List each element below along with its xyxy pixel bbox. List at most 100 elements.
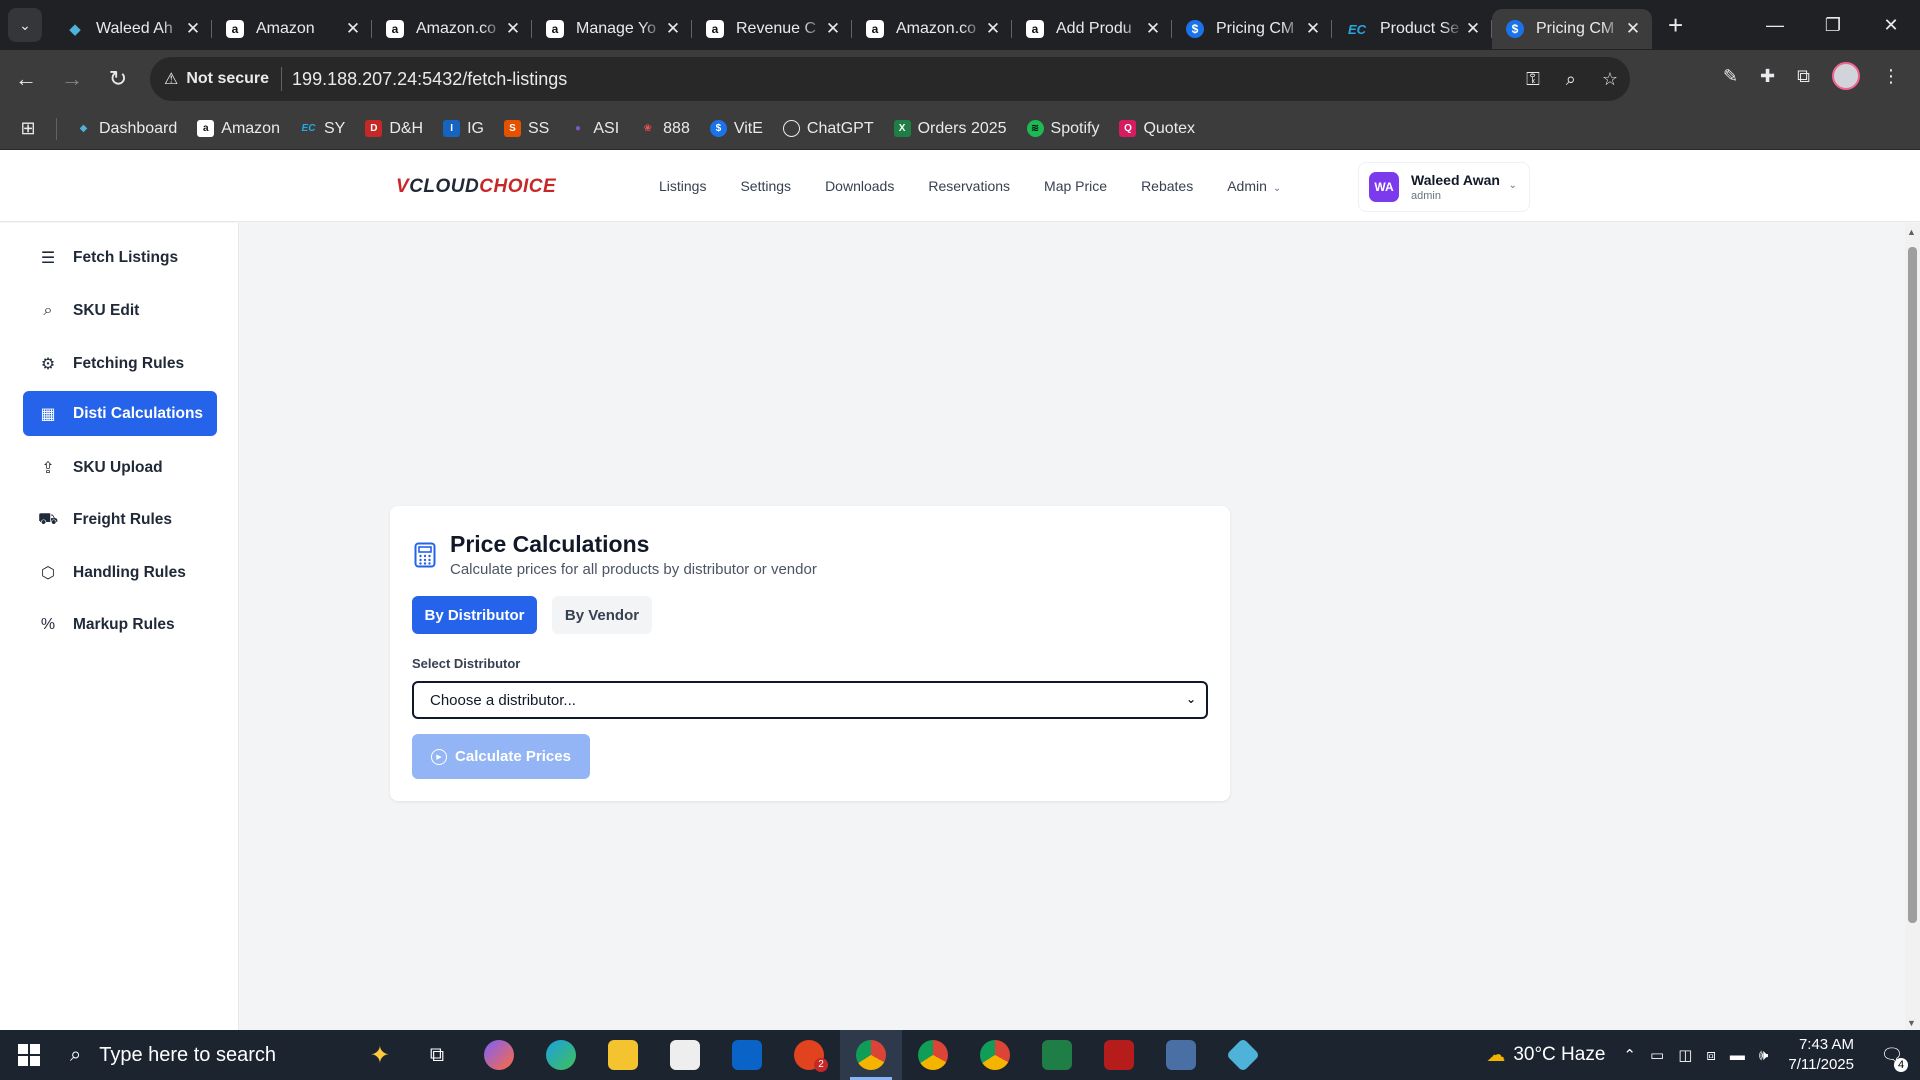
close-icon[interactable]: ✕ [824,19,842,39]
browser-tab[interactable]: a Amazon.co ✕ [852,9,1012,49]
browser-tab[interactable]: a Amazon.co ✕ [372,9,532,49]
browser-tab[interactable]: a Amazon ✕ [212,9,372,49]
browser-tab[interactable]: a Add Produ ✕ [1012,9,1172,49]
calculator-icon[interactable] [1150,1030,1212,1080]
close-icon[interactable]: ✕ [344,19,362,39]
new-tab-plus-icon[interactable]: + [1668,10,1683,41]
restore-icon[interactable]: ❐ [1804,0,1862,50]
volume-icon[interactable]: 🕪 [1759,1047,1768,1064]
distributor-select[interactable]: Choose a distributor... ⌄ [412,681,1208,719]
bookmark[interactable]: $ VitE [700,120,773,138]
bookmark[interactable]: I IG [433,120,494,138]
chrome-icon[interactable] [964,1030,1026,1080]
nav-downloads[interactable]: Downloads [825,178,894,194]
close-icon[interactable]: ✕ [1464,19,1482,39]
bookmark[interactable]: ● ASI [559,120,629,138]
calendar-app-icon[interactable]: 2 [778,1030,840,1080]
browser-tab[interactable]: a Revenue C ✕ [692,9,852,49]
excel-icon[interactable] [1026,1030,1088,1080]
bookmark[interactable]: EC SY [290,120,355,138]
bookmark[interactable]: ChatGPT [773,120,884,138]
tab-search-button[interactable]: ⌄ [8,8,42,42]
bookmark[interactable]: Q Quotex [1109,120,1205,138]
close-icon[interactable]: ✕ [664,19,682,39]
bookmark[interactable]: D D&H [355,120,433,138]
vcloudchoice-logo[interactable]: VCLOUDCHOICE [396,176,556,198]
puzzle-icon[interactable]: ⧉ [1797,66,1810,87]
scroll-up-arrow-icon[interactable]: ▲ [1907,227,1916,237]
close-icon[interactable]: ✕ [1624,19,1642,39]
copilot-icon[interactable] [468,1030,530,1080]
edge-icon[interactable] [530,1030,592,1080]
browser-tab[interactable]: ◆ Waleed Ah ✕ [52,9,212,49]
security-indicator[interactable]: ⚠ Not secure [164,69,269,89]
calculate-prices-button[interactable]: ▶ Calculate Prices [412,734,590,779]
bookmark[interactable]: S SS [494,120,559,138]
chrome-icon[interactable] [840,1030,902,1080]
kebab-menu-icon[interactable]: ⋮ [1882,66,1900,87]
tab-by-distributor[interactable]: By Distributor [412,596,537,634]
nav-reservations[interactable]: Reservations [928,178,1010,194]
weather-widget[interactable]: ☁ 30°C Haze [1486,1044,1605,1067]
close-icon[interactable]: ✕ [504,19,522,39]
star-icon[interactable]: ☆ [1602,69,1618,90]
nav-map-price[interactable]: Map Price [1044,178,1107,194]
sidebar-item-fetch-listings[interactable]: ☰ Fetch Listings [23,235,217,280]
screen-icon[interactable]: ⧈ [1706,1047,1716,1064]
file-explorer-icon[interactable] [592,1030,654,1080]
nav-admin-dropdown[interactable]: Admin ⌄ [1227,178,1281,194]
back-arrow-icon[interactable]: ← [6,59,46,99]
scroll-down-arrow-icon[interactable]: ▼ [1907,1018,1916,1028]
sidebar-item-markup-rules[interactable]: % Markup Rules [23,602,217,647]
taskbar-search[interactable]: ⌕ Type here to search ✦ [58,1030,398,1080]
clock[interactable]: 7:43 AM 7/11/2025 [1788,1035,1854,1075]
shield-extension-icon[interactable]: ✚ [1760,66,1775,87]
browser-tab[interactable]: $ Pricing CM ✕ [1172,9,1332,49]
display-icon[interactable]: ▭ [1650,1046,1664,1064]
bookmark[interactable]: X Orders 2025 [884,120,1017,138]
feather-extension-icon[interactable]: ✎ [1723,66,1738,87]
store-icon[interactable] [654,1030,716,1080]
sidebar-item-fetching-rules[interactable]: ⚙ Fetching Rules [23,341,217,386]
close-icon[interactable]: ✕ [184,19,202,39]
close-window-icon[interactable]: ✕ [1862,0,1920,50]
user-menu[interactable]: WA Waleed Awan admin ⌄ [1358,162,1530,212]
sidebar-item-sku-edit[interactable]: ⌕ SKU Edit [23,288,217,333]
camera-icon[interactable]: ◫ [1678,1046,1692,1064]
close-icon[interactable]: ✕ [1144,19,1162,39]
bookmark[interactable]: ≋ Spotify [1017,120,1110,138]
apps-grid-icon[interactable]: ⊞ [0,118,56,139]
sidebar-item-sku-upload[interactable]: ⇪ SKU Upload [23,445,217,490]
nav-rebates[interactable]: Rebates [1141,178,1193,194]
nav-settings[interactable]: Settings [740,178,791,194]
zoom-icon[interactable]: ⌕ [1566,69,1576,90]
key-icon[interactable]: ⚿ [1526,69,1540,90]
sidebar-item-disti-calculations[interactable]: ▦ Disti Calculations [23,391,217,436]
profile-avatar[interactable] [1832,62,1860,90]
notification-icon[interactable]: 🗨 4 [1872,1045,1912,1072]
sidebar-item-handling-rules[interactable]: ⬡ Handling Rules [23,550,217,595]
bookmark[interactable]: ◆ Dashboard [65,120,187,138]
forward-arrow-icon[interactable]: → [52,59,92,99]
address-bar[interactable]: ⚠ Not secure 199.188.207.24:5432/fetch-li… [150,57,1630,101]
nav-listings[interactable]: Listings [659,178,706,194]
battery-icon[interactable]: ▬ [1730,1047,1745,1064]
bookmark[interactable]: a Amazon [187,120,290,138]
chevron-up-icon[interactable]: ⌃ [1623,1046,1636,1064]
chrome-icon[interactable] [902,1030,964,1080]
minimize-icon[interactable]: — [1746,0,1804,50]
filezilla-icon[interactable] [1088,1030,1150,1080]
outlook-icon[interactable] [716,1030,778,1080]
scrollbar-thumb[interactable] [1908,247,1917,923]
url-text[interactable]: 199.188.207.24:5432/fetch-listings [292,69,567,90]
reload-icon[interactable]: ↻ [98,59,138,99]
windows-start-icon[interactable] [0,1044,58,1066]
page-scrollbar[interactable]: ▲ ▼ [1905,223,1920,1030]
task-view-icon[interactable]: ⧉ [406,1030,468,1080]
tab-by-vendor[interactable]: By Vendor [552,596,652,634]
browser-tab[interactable]: a Manage Yo ✕ [532,9,692,49]
gem-icon[interactable] [1212,1030,1274,1080]
sidebar-item-freight-rules[interactable]: ⛟ Freight Rules [23,497,217,542]
close-icon[interactable]: ✕ [1304,19,1322,39]
close-icon[interactable]: ✕ [984,19,1002,39]
